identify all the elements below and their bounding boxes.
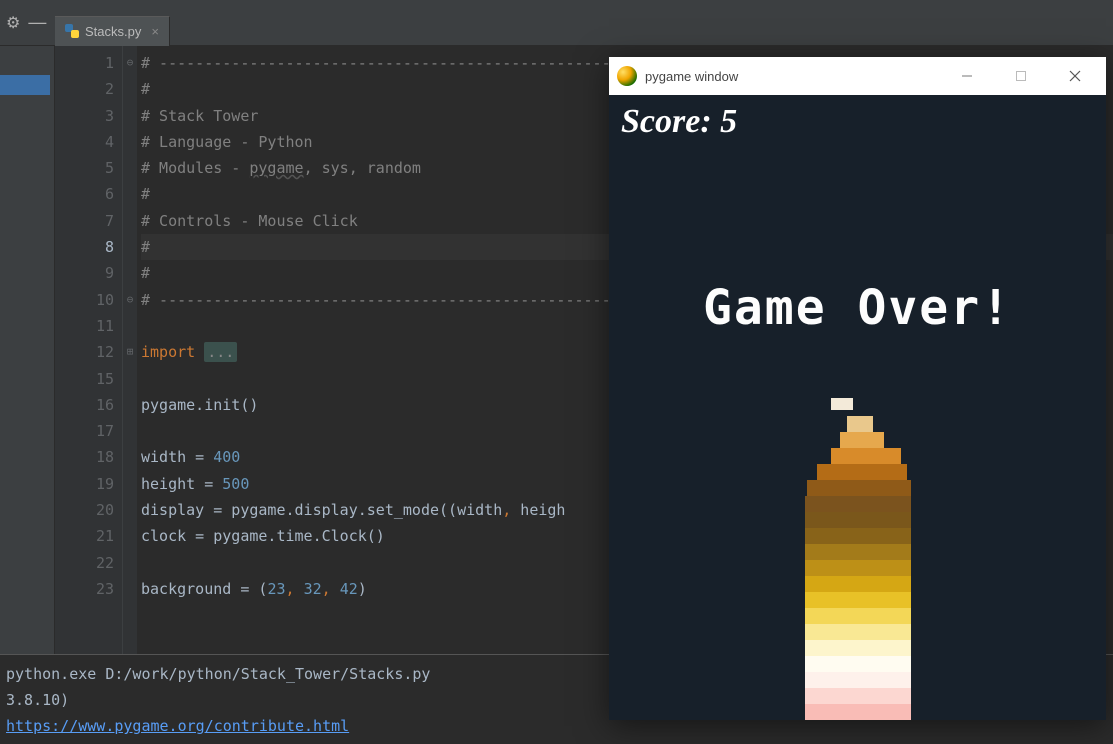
stack-tower — [805, 398, 911, 720]
python-file-icon — [65, 24, 79, 38]
tower-block — [817, 464, 907, 480]
tower-block — [805, 560, 911, 576]
maximize-button[interactable] — [998, 57, 1044, 95]
tower-block — [805, 608, 911, 624]
tower-block — [805, 512, 911, 528]
minimize-button[interactable] — [944, 57, 990, 95]
tower-block — [805, 592, 911, 608]
pygame-window: pygame window Score: 5 Game Over! — [609, 57, 1106, 720]
fold-gutter: ⊖ ⊖ ⊞ — [123, 46, 137, 654]
window-title: pygame window — [645, 69, 738, 84]
project-sidebar-indicator[interactable] — [0, 75, 50, 95]
tower-block — [805, 624, 911, 640]
tower-block — [831, 448, 901, 464]
tower-block — [805, 672, 911, 688]
line-number-gutter: 123456789101112151617181920212223 — [55, 46, 123, 654]
gameover-text: Game Over! — [609, 280, 1106, 336]
close-icon[interactable]: × — [151, 24, 159, 39]
pygame-titlebar[interactable]: pygame window — [609, 57, 1106, 95]
tower-block — [805, 496, 911, 512]
tab-stacks-py[interactable]: Stacks.py × — [55, 16, 170, 46]
top-icons: ⚙ — — [0, 12, 55, 33]
tower-block — [805, 528, 911, 544]
left-gutter-strip — [0, 46, 55, 654]
score-text: Score: 5 — [621, 103, 737, 141]
tower-block — [805, 576, 911, 592]
tower-block — [805, 656, 911, 672]
game-canvas[interactable]: Score: 5 Game Over! — [609, 95, 1106, 720]
ide-top-bar: ⚙ — Stacks.py × — [0, 0, 1113, 46]
tower-block — [805, 704, 911, 720]
gear-icon[interactable]: ⚙ — [6, 13, 20, 33]
pygame-icon — [617, 66, 637, 86]
tower-block — [840, 432, 884, 448]
tab-label: Stacks.py — [85, 24, 141, 39]
tower-block — [847, 416, 873, 432]
minus-icon[interactable]: — — [28, 12, 46, 33]
tower-block — [805, 688, 911, 704]
editor-tabs: Stacks.py × — [55, 0, 170, 46]
tower-block — [807, 480, 911, 496]
tower-block — [805, 640, 911, 656]
tower-block — [831, 398, 853, 410]
close-button[interactable] — [1052, 57, 1098, 95]
tower-block — [805, 544, 911, 560]
